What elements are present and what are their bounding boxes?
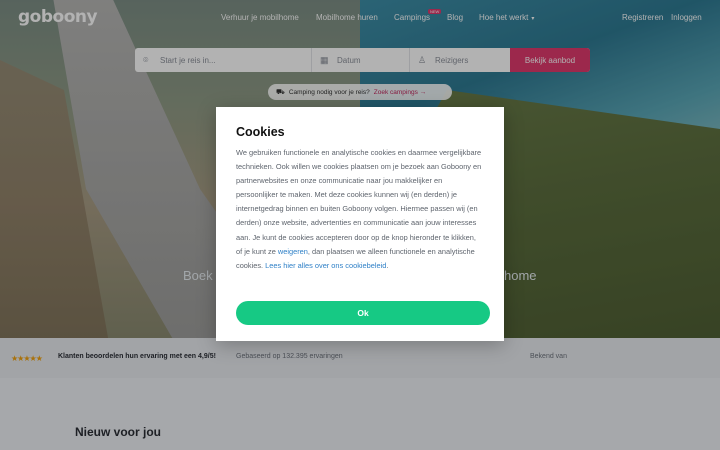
refuse-link[interactable]: weigeren — [278, 247, 308, 256]
ok-button[interactable]: Ok — [236, 301, 490, 325]
cookie-body-1: We gebruiken functionele en analytische … — [236, 148, 482, 256]
cookie-modal: Cookies We gebruiken functionele en anal… — [216, 107, 504, 341]
cookie-title: Cookies — [236, 125, 285, 139]
cookie-body: We gebruiken functionele en analytische … — [236, 146, 484, 273]
cookie-body-3: . — [386, 260, 389, 270]
cookie-policy-link[interactable]: Lees hier alles over ons cookiebeleid — [265, 261, 386, 270]
